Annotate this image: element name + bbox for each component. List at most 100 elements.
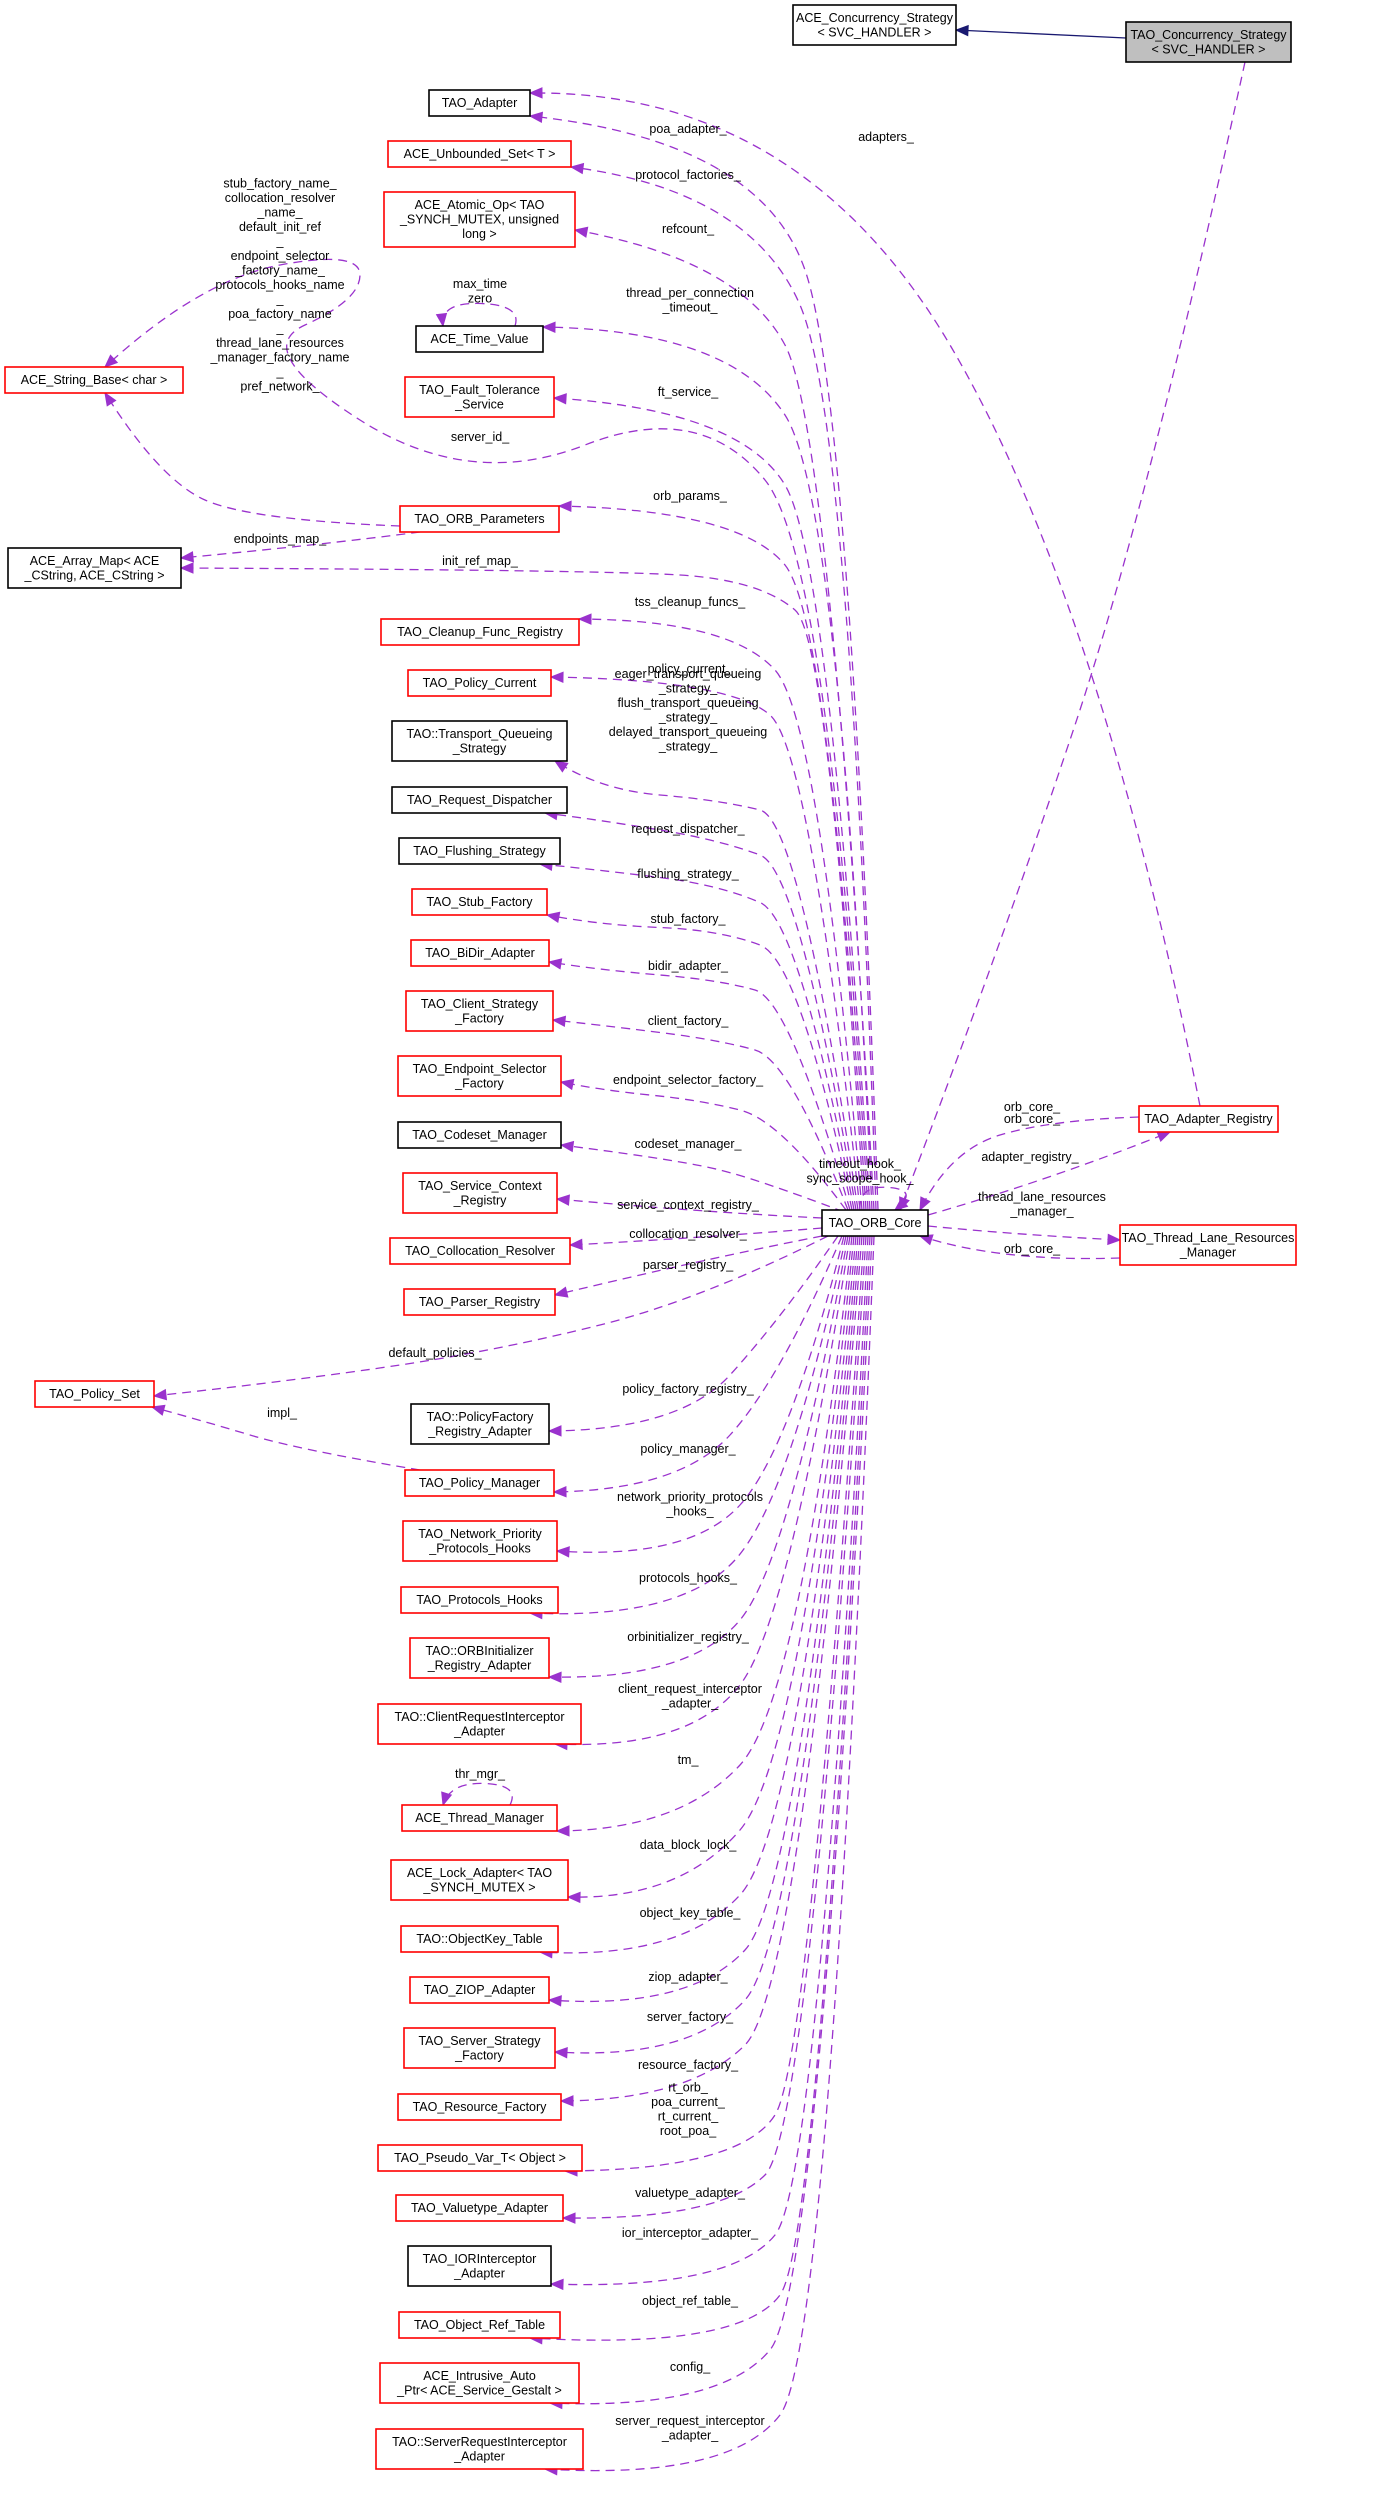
node-ace-atomic-op[interactable]: ACE_Atomic_Op< TAO_SYNCH_MUTEX, unsigned…: [383, 191, 576, 248]
edge-label: tm_: [678, 1753, 700, 1767]
edge-tao_orb_core-to-tao_ziop_adapter: [548, 1235, 859, 2003]
node-tao-policy-set[interactable]: TAO_Policy_Set: [34, 1380, 155, 1408]
edge-label: _strategy_: [658, 681, 718, 695]
arrowhead-icon: [555, 1546, 570, 1558]
node-ace-time-value[interactable]: ACE_Time_Value: [415, 325, 544, 353]
node-label: TAO_BiDir_Adapter: [425, 946, 535, 960]
node-label: TAO_Policy_Current: [423, 676, 537, 690]
node-tao-ziop-adapter[interactable]: TAO_ZIOP_Adapter: [409, 1976, 550, 2004]
node-tao-endpoint-selector-factory[interactable]: TAO_Endpoint_Selector_Factory: [397, 1055, 562, 1097]
arrowhead-icon: [528, 87, 543, 99]
node-tao-policy-current[interactable]: TAO_Policy_Current: [407, 669, 552, 697]
node-tao-concurrency-strategy[interactable]: TAO_Concurrency_Strategy< SVC_HANDLER >: [1125, 21, 1292, 63]
node-label: < SVC_HANDLER >: [818, 25, 932, 39]
node-tao-server-strategy-factory[interactable]: TAO_Server_Strategy_Factory: [403, 2027, 556, 2069]
node-tao-orb-parameters[interactable]: TAO_ORB_Parameters: [399, 505, 560, 533]
arrowhead-icon: [553, 1286, 569, 1298]
edge-label: config_: [670, 2360, 711, 2374]
node-tao-orbinitializer-registry-adapter[interactable]: TAO::ORBInitializer_Registry_Adapter: [409, 1637, 550, 1679]
node-label: _Protocols_Hooks: [428, 1541, 530, 1555]
edge-label: _strategy_: [658, 739, 718, 753]
node-label: TAO::PolicyFactory: [427, 1410, 534, 1424]
node-tao-protocols-hooks[interactable]: TAO_Protocols_Hooks: [400, 1586, 559, 1614]
edge-tao_orb_core-to-tao_serverrequestinterceptor_adapter: [544, 1235, 875, 2472]
node-label: TAO_Service_Context: [418, 1179, 542, 1193]
edge-label: orbinitializer_registry_: [627, 1630, 750, 1644]
edge-label: endpoints_map_: [234, 532, 327, 546]
node-tao-adapter[interactable]: TAO_Adapter: [428, 89, 531, 117]
edge-label: protocols_hooks_: [639, 1571, 738, 1585]
node-ace-intrusive-auto-ptr[interactable]: ACE_Intrusive_Auto_Ptr< ACE_Service_Gest…: [379, 2362, 580, 2404]
node-ace-array-map[interactable]: ACE_Array_Map< ACE_CString, ACE_CString …: [7, 547, 182, 589]
edge-tao_orb_core-to-tao_fault_tolerance_service: [553, 397, 871, 1211]
edge-label: object_key_table_: [640, 1906, 742, 1920]
node-tao-collocation-resolver[interactable]: TAO_Collocation_Resolver: [389, 1237, 571, 1265]
edge-label: _adapter_: [661, 2428, 719, 2442]
node-ace-unbounded-set[interactable]: ACE_Unbounded_Set< T >: [387, 140, 572, 168]
node-tao-codeset-manager[interactable]: TAO_Codeset_Manager: [397, 1121, 562, 1149]
edge-label: adapters_: [858, 130, 915, 144]
node-label: TAO_Adapter_Registry: [1144, 1112, 1273, 1126]
node-ace-lock-adapter[interactable]: ACE_Lock_Adapter< TAO_SYNCH_MUTEX >: [390, 1859, 569, 1901]
edge-label: _adapter_: [661, 1696, 719, 1710]
node-tao-stub-factory[interactable]: TAO_Stub_Factory: [411, 888, 548, 916]
node-label: TAO::Transport_Queueing: [407, 727, 553, 741]
node-label: ACE_Lock_Adapter< TAO: [407, 1866, 552, 1880]
node-tao-serverrequestinterceptor-adapter[interactable]: TAO::ServerRequestInterceptor_Adapter: [375, 2428, 584, 2470]
node-tao-objectkey-table[interactable]: TAO::ObjectKey_Table: [400, 1925, 559, 1953]
node-label: TAO::ServerRequestInterceptor: [392, 2435, 567, 2449]
edge-label: protocol_factories_: [635, 168, 742, 182]
arrowhead-icon: [552, 393, 567, 405]
arrowhead-icon: [577, 613, 592, 625]
arrowhead-icon: [899, 1196, 910, 1212]
node-tao-fault-tolerance-service[interactable]: TAO_Fault_Tolerance_Service: [404, 376, 555, 418]
node-tao-clientrequestinterceptor-adapter[interactable]: TAO::ClientRequestInterceptor_Adapter: [377, 1703, 582, 1745]
node-tao-service-context-registry[interactable]: TAO_Service_Context_Registry: [402, 1172, 558, 1214]
edge-tao_orb_core-to-ace_lock_adapter: [567, 1235, 855, 1898]
node-tao-orb-core[interactable]: TAO_ORB_Core: [821, 1209, 929, 1237]
edge-label: rt_current_: [658, 2109, 719, 2123]
edge-tao_orb_core-to-ace_atomic_op: [574, 229, 875, 1211]
node-tao-thread-lane-resources-manager[interactable]: TAO_Thread_Lane_Resources_Manager: [1119, 1224, 1297, 1266]
edge-label: server_request_interceptor: [615, 2414, 764, 2428]
node-tao-cleanup-func-registry[interactable]: TAO_Cleanup_Func_Registry: [380, 618, 580, 646]
edge-label: thread_lane_resources: [216, 336, 344, 350]
node-tao-valuetype-adapter[interactable]: TAO_Valuetype_Adapter: [395, 2194, 564, 2222]
node-tao-policyfactory-registry-adapter[interactable]: TAO::PolicyFactory_Registry_Adapter: [410, 1403, 550, 1445]
node-tao-request-dispatcher[interactable]: TAO_Request_Dispatcher: [391, 786, 568, 814]
edge-label: _hooks_: [665, 1504, 714, 1518]
node-tao-network-priority-protocols-hooks[interactable]: TAO_Network_Priority_Protocols_Hooks: [402, 1520, 558, 1562]
node-label: TAO_Server_Strategy: [418, 2034, 541, 2048]
arrowhead-icon: [152, 1388, 168, 1401]
arrowhead-icon: [547, 1671, 562, 1684]
node-label: ACE_String_Base< char >: [21, 373, 168, 387]
edge-label: stub_factory_: [650, 912, 726, 926]
arrowhead-icon: [541, 321, 556, 333]
node-tao-resource-factory[interactable]: TAO_Resource_Factory: [397, 2093, 562, 2121]
node-tao-iorinterceptor-adapter[interactable]: TAO_IORInterceptor_Adapter: [407, 2245, 552, 2287]
node-tao-client-strategy-factory[interactable]: TAO_Client_Strategy_Factory: [405, 990, 554, 1032]
node-label: TAO_IORInterceptor: [423, 2252, 537, 2266]
edge-label: thr_mgr_: [455, 1767, 506, 1781]
node-tao-policy-manager[interactable]: TAO_Policy_Manager: [404, 1469, 555, 1497]
edge-label: poa_factory_name: [228, 307, 332, 321]
edge-label: collocation_resolver: [225, 191, 335, 205]
edge-tao_orb_core-to-tao_orb_parameters: [558, 505, 867, 1211]
node-tao-bidir-adapter[interactable]: TAO_BiDir_Adapter: [410, 939, 550, 967]
node-label: TAO_Resource_Factory: [413, 2100, 548, 2114]
node-tao-flushing-strategy[interactable]: TAO_Flushing_Strategy: [398, 837, 561, 865]
node-label: _Registry: [453, 1193, 508, 1207]
node-label: TAO_Object_Ref_Table: [414, 2318, 545, 2332]
node-ace-concurrency-strategy[interactable]: ACE_Concurrency_Strategy< SVC_HANDLER >: [792, 4, 957, 46]
arrowhead-icon: [551, 1015, 567, 1028]
node-tao-adapter-registry[interactable]: TAO_Adapter_Registry: [1138, 1105, 1279, 1133]
edge-label: collocation_resolver_: [629, 1227, 747, 1241]
edge-label: stub_factory_name_: [223, 177, 337, 191]
node-label: TAO_Endpoint_Selector: [413, 1062, 547, 1076]
node-ace-thread-manager[interactable]: ACE_Thread_Manager: [401, 1804, 558, 1832]
node-tao-pseudo-var-t[interactable]: TAO_Pseudo_Var_T< Object >: [377, 2144, 583, 2172]
node-tao-transport-queueing-strategy[interactable]: TAO::Transport_Queueing_Strategy: [391, 720, 568, 762]
node-tao-parser-registry[interactable]: TAO_Parser_Registry: [403, 1288, 556, 1316]
node-ace-string-base[interactable]: ACE_String_Base< char >: [4, 366, 184, 394]
node-tao-object-ref-table[interactable]: TAO_Object_Ref_Table: [398, 2311, 561, 2339]
